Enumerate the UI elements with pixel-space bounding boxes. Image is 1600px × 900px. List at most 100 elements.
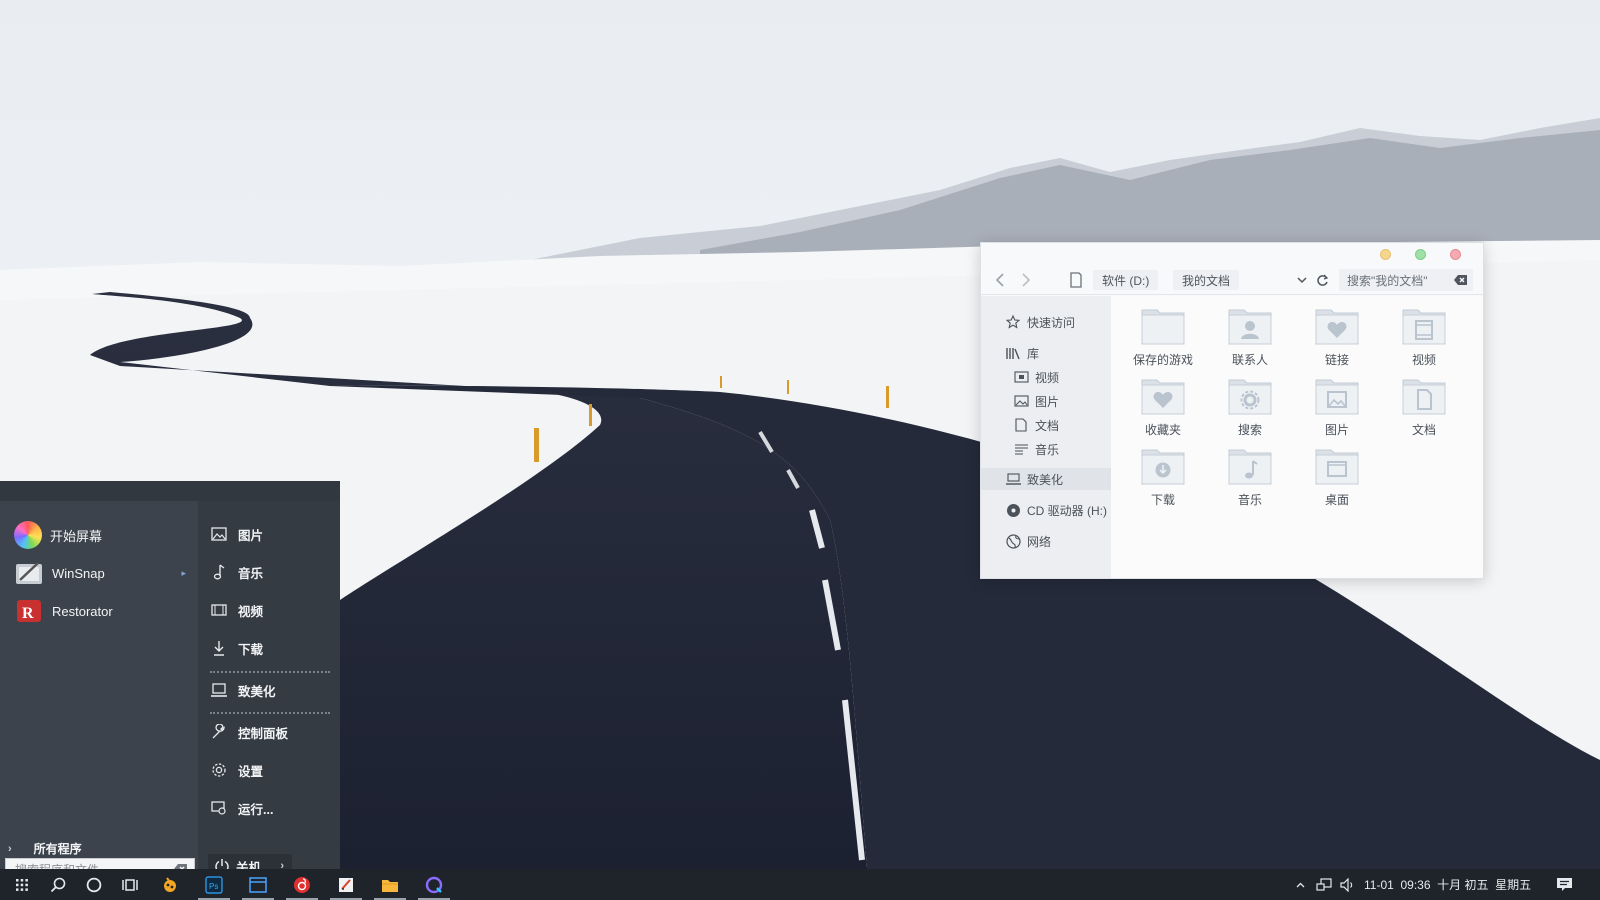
nav-library-music[interactable]: 音乐 [1013, 438, 1059, 460]
start-menu: 开始屏幕 WinSnap ▸ R Restorator › 所有程序 搜索程序和… [0, 481, 340, 880]
forward-button[interactable] [1015, 269, 1037, 291]
folder-item[interactable]: 文档 [1384, 375, 1464, 441]
place-item-label: 运行... [238, 802, 274, 817]
library-icon [1005, 345, 1021, 361]
taskbar-app-paint-icon[interactable] [148, 869, 192, 900]
back-button[interactable] [989, 269, 1011, 291]
image-icon [210, 525, 228, 543]
action-center-button[interactable] [1556, 869, 1573, 900]
folder-documents-icon [1402, 379, 1446, 415]
folder-item[interactable]: 搜索 [1210, 375, 1290, 441]
place-item-settings[interactable]: 设置 [210, 755, 336, 785]
window-titlebar[interactable] [981, 243, 1483, 265]
navigation-pane: 快速访问 库 视频 图片 文档 音乐 致美化 CD 驱动器 (H:) 网络 [981, 296, 1111, 578]
place-item-label: 控制面板 [238, 726, 289, 741]
explorer-search-input[interactable]: 搜索"我的文档" [1339, 269, 1473, 291]
chevron-left-icon [995, 273, 1004, 287]
nav-cd-drive[interactable]: CD 驱动器 (H:) [1005, 499, 1107, 521]
folder-item[interactable]: 视频 [1384, 305, 1464, 371]
maximize-button[interactable] [1415, 249, 1426, 260]
chevron-down-icon [1297, 277, 1307, 284]
place-item-music[interactable]: 音乐 [210, 557, 336, 587]
folder-music-icon [1228, 449, 1272, 485]
clock[interactable]: 11-01 09:36 十月 初五 星期五 [1364, 869, 1531, 900]
place-item-run[interactable]: 运行... [210, 793, 336, 823]
place-item-pictures[interactable]: 图片 [210, 519, 336, 549]
nav-quick-access[interactable]: 快速访问 [1005, 311, 1075, 333]
history-dropdown-button[interactable] [1291, 269, 1313, 291]
nav-library-documents[interactable]: 文档 [1013, 414, 1059, 436]
breadcrumb-label: 软件 (D:) [1102, 273, 1150, 288]
taskbar-app-file-explorer-icon[interactable] [368, 869, 412, 900]
folder-item[interactable]: 链接 [1297, 305, 1377, 371]
taskbar-app-browser-icon[interactable] [412, 869, 456, 900]
folder-item[interactable]: 联系人 [1210, 305, 1290, 371]
close-button[interactable] [1450, 249, 1461, 260]
taskbar-app-editor-icon[interactable] [324, 869, 368, 900]
nav-library[interactable]: 库 [1005, 342, 1039, 364]
minimize-button[interactable] [1380, 249, 1391, 260]
svg-text:Ps: Ps [209, 882, 218, 891]
nav-label: 库 [1027, 346, 1040, 361]
speaker-icon [1340, 877, 1353, 892]
folder-label: 保存的游戏 [1132, 353, 1193, 367]
folder-item[interactable]: 音乐 [1210, 445, 1290, 511]
folder-item[interactable]: 下载 [1123, 445, 1203, 511]
taskbar-app-photoshop-icon[interactable]: Ps [192, 869, 236, 900]
video-icon [210, 601, 228, 619]
folder-item[interactable]: 图片 [1297, 375, 1377, 441]
network-globe-icon [1005, 533, 1021, 549]
show-hidden-icons-button[interactable] [1296, 869, 1305, 900]
nav-this-pc[interactable]: 致美化 [981, 468, 1111, 490]
search-icon [50, 877, 66, 892]
chevron-right-icon: › [8, 842, 12, 855]
cortana-circle-icon [86, 877, 102, 892]
network-status-button[interactable] [1316, 869, 1332, 900]
all-programs-label: 所有程序 [33, 842, 82, 856]
app-item-winsnap[interactable]: WinSnap ▸ [14, 557, 192, 589]
image-icon [1013, 393, 1029, 409]
nav-label: 图片 [1035, 394, 1060, 409]
task-view-button[interactable] [108, 869, 152, 900]
folder-label: 搜索 [1237, 423, 1262, 437]
nav-library-pictures[interactable]: 图片 [1013, 390, 1059, 412]
all-programs-button[interactable]: › 所有程序 [8, 840, 82, 857]
taskbar-app-window-icon[interactable] [236, 869, 280, 900]
submenu-arrow-icon[interactable]: ▸ [181, 568, 186, 579]
folder-item[interactable]: 桌面 [1297, 445, 1377, 511]
nav-label: 文档 [1035, 418, 1060, 433]
nav-library-videos[interactable]: 视频 [1013, 366, 1059, 388]
location-icon [1065, 269, 1087, 291]
chevron-up-icon [1296, 882, 1305, 887]
breadcrumb-drive[interactable]: 软件 (D:) [1093, 270, 1159, 290]
folder-label: 联系人 [1231, 353, 1268, 367]
explorer-toolbar: 软件 (D:) 我的文档 搜索"我的文档" [981, 265, 1483, 295]
volume-button[interactable] [1340, 869, 1356, 900]
app-item-label: 开始屏幕 [50, 528, 103, 544]
folder-item[interactable]: 收藏夹 [1123, 375, 1203, 441]
folder-label: 链接 [1324, 353, 1349, 367]
taskbar-app-netease-music-icon[interactable] [280, 869, 324, 900]
app-item-label: WinSnap [52, 565, 105, 581]
app-item-start-screen[interactable]: 开始屏幕 [14, 519, 192, 551]
breadcrumb-folder[interactable]: 我的文档 [1173, 270, 1240, 290]
app-item-label: Restorator [52, 603, 113, 619]
folder-view: 保存的游戏 联系人 链接 视频收藏夹 搜索 图片 文档下载 音乐 桌面 [1111, 296, 1483, 578]
place-item-downloads[interactable]: 下载 [210, 633, 336, 663]
star-icon [1005, 314, 1021, 330]
nav-network[interactable]: 网络 [1005, 530, 1051, 552]
taskbar: Ps 11-01 09:36 十月 初五 星期五 [0, 869, 1600, 900]
clear-input-icon[interactable] [1454, 274, 1468, 286]
app-item-restorator[interactable]: R Restorator [14, 595, 192, 627]
place-item-videos[interactable]: 视频 [210, 595, 336, 625]
refresh-button[interactable] [1311, 269, 1333, 291]
place-item-computer[interactable]: 致美化 [210, 675, 336, 705]
folder-search-icon [1228, 379, 1272, 415]
folder-desktop-icon [1315, 449, 1359, 485]
folder-item[interactable]: 保存的游戏 [1123, 305, 1203, 371]
folder-contacts-icon [1228, 309, 1272, 345]
folder-label: 文档 [1411, 423, 1436, 437]
place-item-control-panel[interactable]: 控制面板 [210, 717, 336, 747]
place-item-label: 设置 [238, 764, 264, 779]
file-explorer-window: 软件 (D:) 我的文档 搜索"我的文档" 快速访问 库 视频 图片 文档 音乐… [980, 242, 1484, 579]
